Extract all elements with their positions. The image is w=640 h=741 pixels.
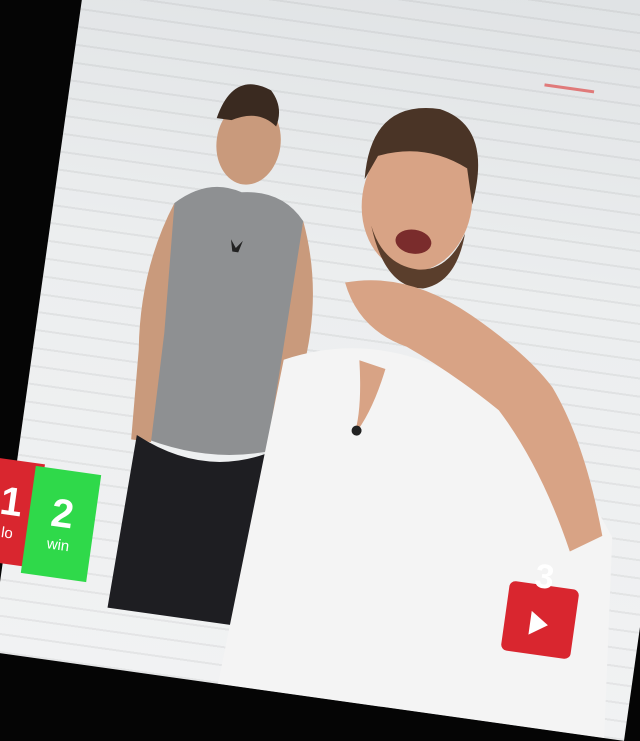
person-right xyxy=(217,108,613,739)
loss-label: lo xyxy=(0,524,14,543)
win-label: win xyxy=(45,535,71,556)
win-count: 2 xyxy=(48,490,77,538)
loss-count: 1 xyxy=(0,478,26,526)
play-triangle-icon[interactable] xyxy=(528,610,550,638)
